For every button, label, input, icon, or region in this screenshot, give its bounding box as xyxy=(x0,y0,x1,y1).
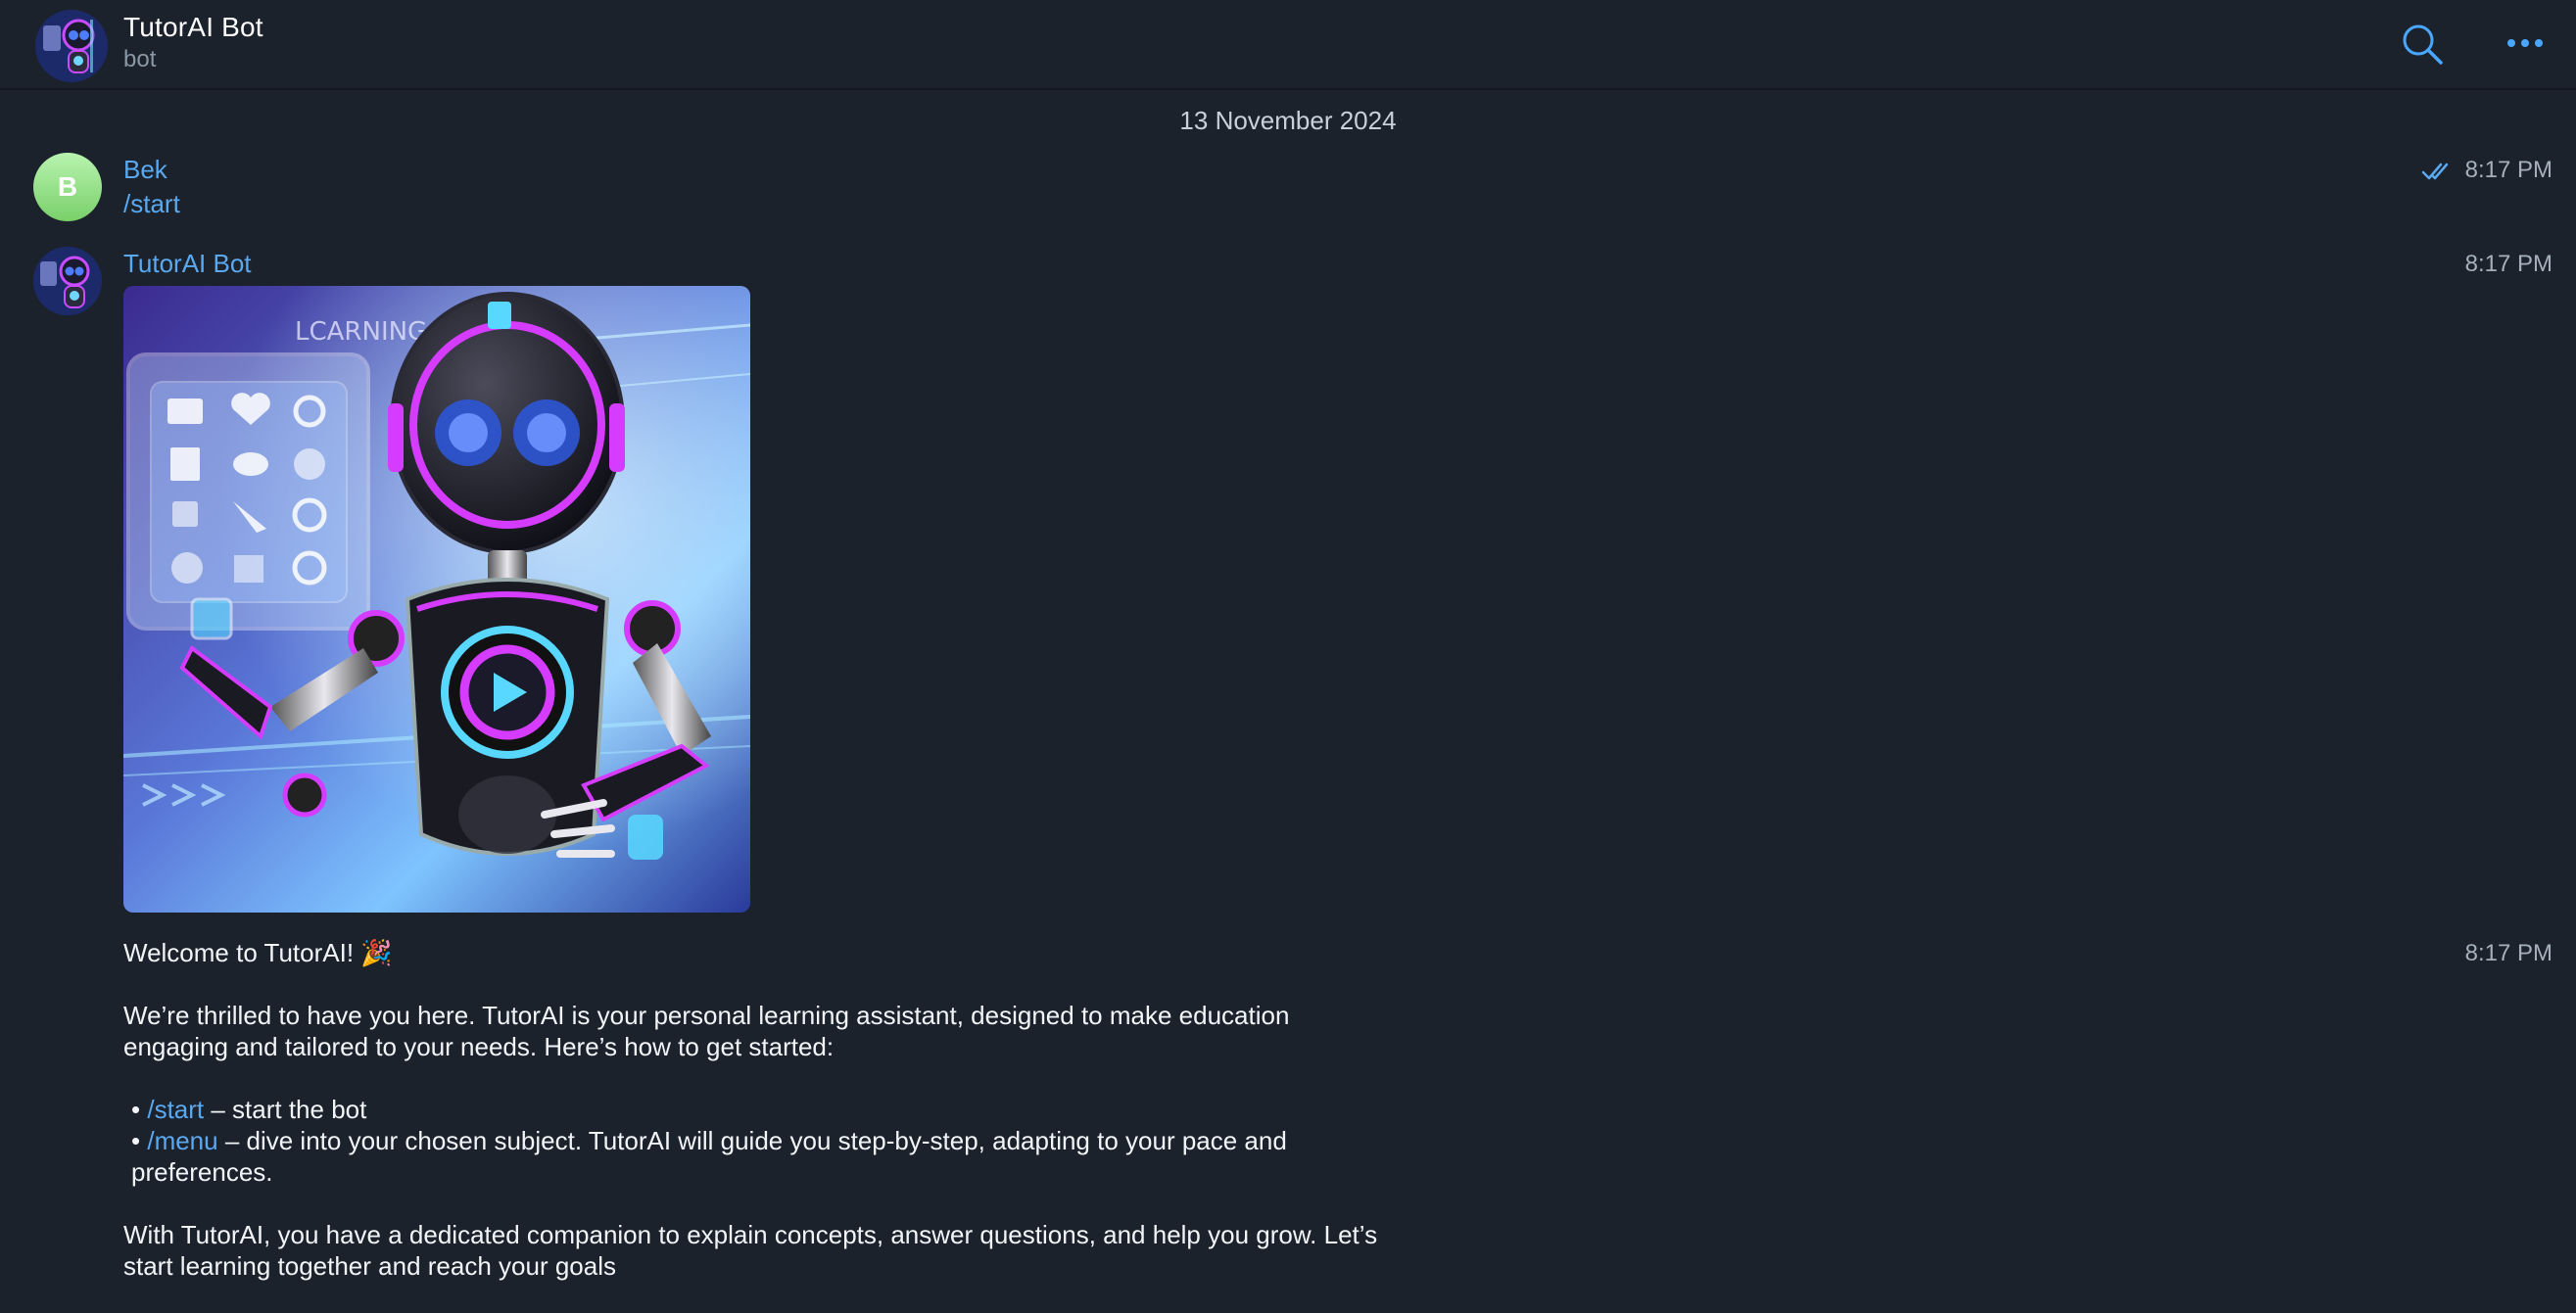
robot-learning-illustration[interactable]: LCARNING xyxy=(123,286,750,913)
list-item: • /menu – dive into your chosen subject.… xyxy=(123,1125,1397,1188)
robot-avatar-icon[interactable] xyxy=(33,247,102,315)
bullet-marker: • xyxy=(131,1095,141,1124)
message-time: 8:17 PM xyxy=(2421,157,2552,184)
command-link[interactable]: /start xyxy=(123,189,180,218)
welcome-message: Welcome to TutorAI! 🎉 We’re thrilled to … xyxy=(123,937,1397,1313)
welcome-line: Welcome to TutorAI! 🎉 xyxy=(123,938,393,967)
image-caption: LCARNING xyxy=(295,317,427,347)
list-item: • /start – start the bot xyxy=(123,1094,1397,1125)
robot-avatar-icon[interactable] xyxy=(35,10,108,82)
search-icon[interactable] xyxy=(2400,22,2445,67)
message-text: /start xyxy=(123,189,180,219)
double-check-icon xyxy=(2421,163,2449,179)
command-link-menu[interactable]: /menu xyxy=(147,1126,217,1155)
more-horizontal-icon[interactable] xyxy=(2504,29,2547,57)
message-time: 8:17 PM xyxy=(2464,940,2552,966)
bullet-text: – start the bot xyxy=(204,1095,367,1124)
sender-name[interactable]: TutorAI Bot xyxy=(123,249,252,279)
chat-header: TutorAI Bot bot xyxy=(0,0,2576,90)
intro-paragraph: We’re thrilled to have you here. TutorAI… xyxy=(123,1001,1290,1061)
sender-name[interactable]: Bek xyxy=(123,155,167,185)
bullet-marker: • xyxy=(131,1126,141,1155)
avatar[interactable]: B xyxy=(33,153,102,221)
chat-subtitle: bot xyxy=(123,46,157,72)
closing-paragraph: With TutorAI, you have a dedicated compa… xyxy=(123,1220,1378,1281)
time-label: 8:17 PM xyxy=(2464,157,2552,183)
chat-title: TutorAI Bot xyxy=(123,12,263,42)
message-time: 8:17 PM xyxy=(2464,251,2552,277)
command-link-start[interactable]: /start xyxy=(147,1095,204,1124)
date-separator: 13 November 2024 xyxy=(1179,106,1397,135)
bullet-text: – dive into your chosen subject. TutorAI… xyxy=(131,1126,1287,1187)
